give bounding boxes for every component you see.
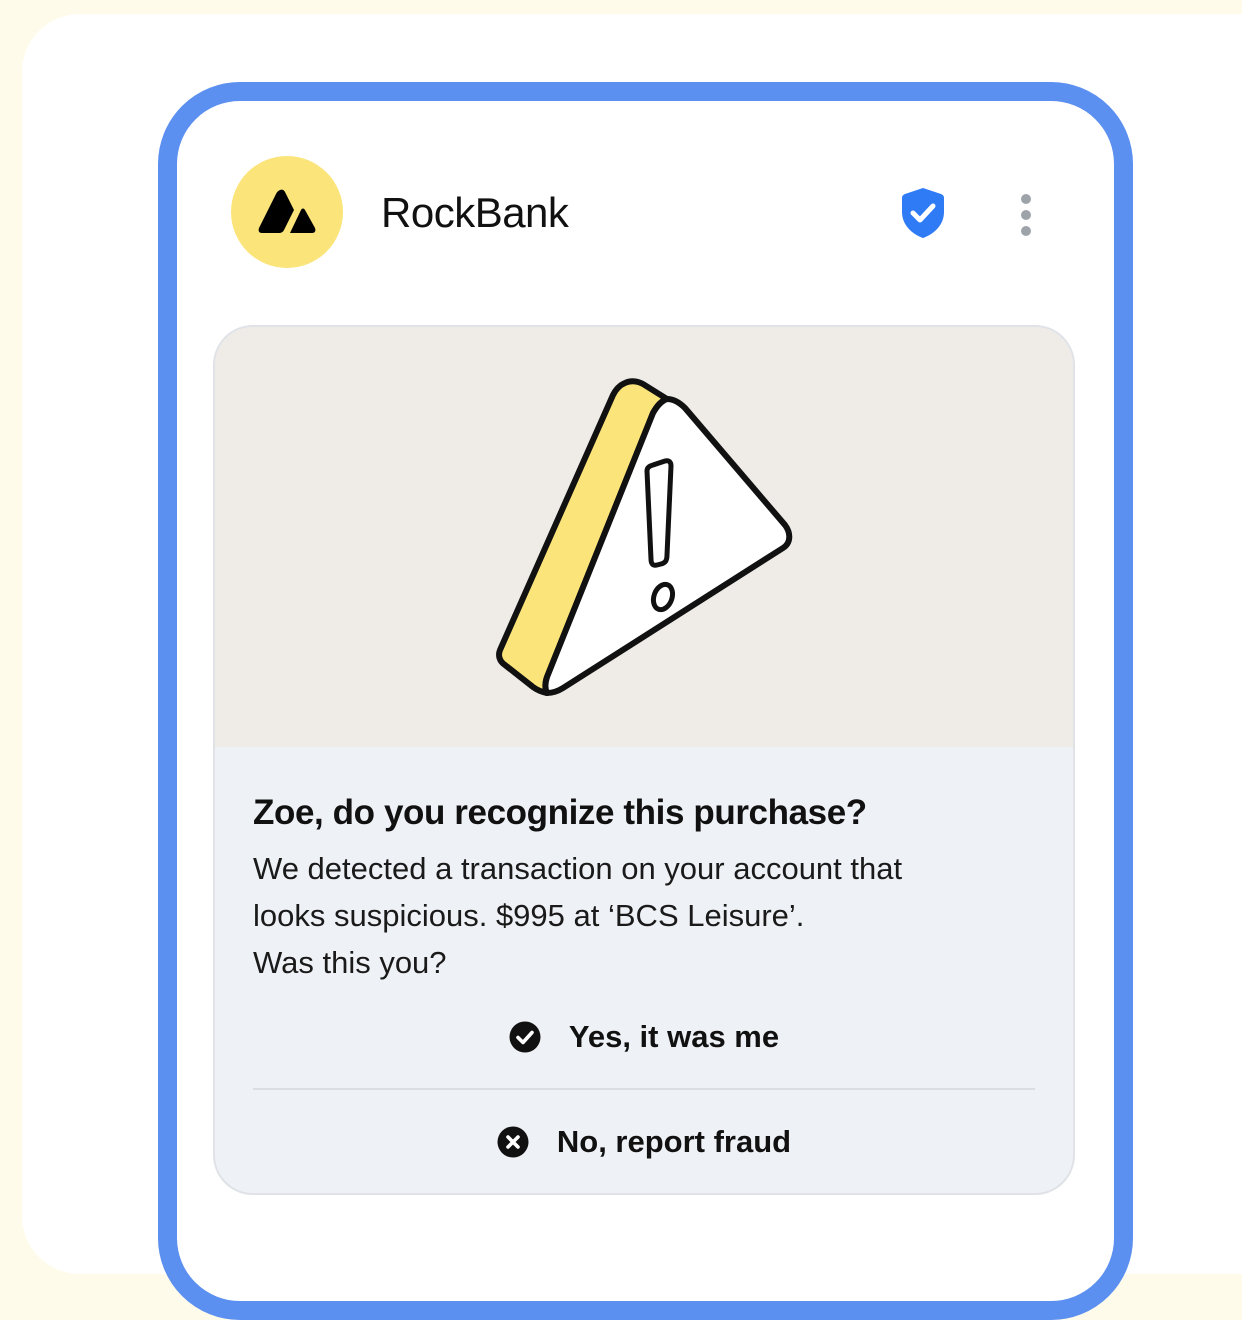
phone-frame: RockBank Zoe, do you recognize this purc…: [158, 82, 1133, 1320]
mountain-logo-icon: [258, 189, 316, 233]
confirm-purchase-label: Yes, it was me: [568, 1019, 780, 1054]
x-circle-icon: [497, 1126, 529, 1158]
message-header: RockBank: [177, 101, 1114, 331]
warning-triangle-icon: [496, 378, 793, 696]
check-circle-icon: [509, 1021, 541, 1053]
report-fraud-label: No, report fraud: [556, 1124, 792, 1159]
alert-message: We detected a transaction on your accoun…: [253, 845, 1033, 986]
report-fraud-button[interactable]: No, report fraud: [253, 1112, 1035, 1172]
shield-check-icon: [902, 188, 944, 238]
alert-title: Zoe, do you recognize this purchase?: [253, 793, 867, 832]
more-vertical-icon[interactable]: [1015, 193, 1037, 237]
bank-name: RockBank: [381, 189, 569, 236]
alert-message-line: looks suspicious. $995 at ‘BCS Leisure’.: [253, 898, 805, 933]
alert-message-line: Was this you?: [253, 945, 447, 980]
fraud-alert-card: Zoe, do you recognize this purchase? We …: [213, 325, 1075, 1195]
confirm-purchase-button[interactable]: Yes, it was me: [253, 1007, 1035, 1067]
alert-message-line: We detected a transaction on your accoun…: [253, 851, 903, 886]
action-divider: [253, 1088, 1035, 1090]
bank-avatar[interactable]: [231, 156, 343, 268]
illustration-area: [215, 327, 1073, 747]
